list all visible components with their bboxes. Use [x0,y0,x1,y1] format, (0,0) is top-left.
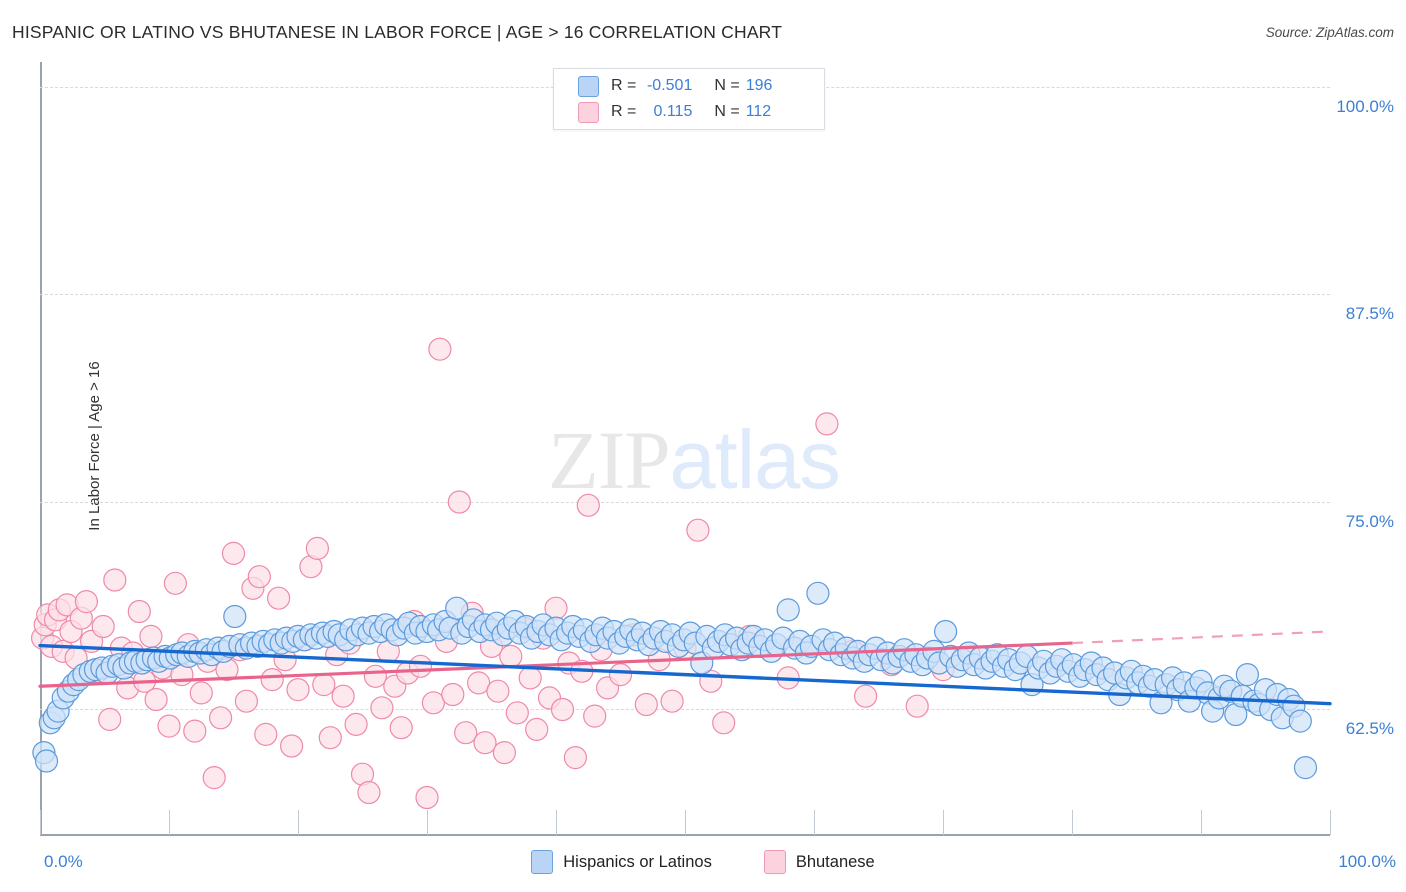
y-axis-label-100.0%: 100.0% [1336,96,1394,116]
legend-n-label-1: N = [714,103,740,120]
scatter-point [202,765,226,790]
scatter-point [776,598,800,622]
stats-legend-row-hispanic: R = -0.501 N = 196 [578,73,824,99]
scatter-point [1288,709,1312,733]
scatter-point [91,614,115,639]
scatter-point [139,624,163,649]
scatter-point [103,568,127,592]
scatter-point [486,679,510,703]
scatter-point [247,565,271,589]
scatter-point [331,684,355,708]
scatter-point [428,337,452,361]
scatter-point [576,493,600,517]
scatter-point [163,571,187,595]
series-swatch-bhutanese [763,850,786,874]
scatter-point [223,604,247,629]
scatter-point [441,682,465,707]
scatter-point [686,518,710,542]
scatter-point [286,677,310,702]
scatter-point [467,671,491,695]
scatter-point [144,687,168,712]
scatter-point [389,716,413,740]
series-swatch-hispanic [531,850,554,874]
scatter-point [518,666,542,690]
legend-r-value-1: 0.115 [653,103,693,120]
scatter-point [806,581,830,605]
legend-swatch-bhutanese [578,101,599,123]
scatter-point [267,586,291,610]
series-legend-item-bhutanese[interactable]: Bhutanese [763,850,875,874]
scatter-point [815,412,839,436]
scatter-point [183,719,207,743]
stats-legend-row-bhutanese: R = 0.115 N = 112 [578,99,824,125]
scatter-point [634,692,658,717]
scatter-point [853,684,878,708]
scatter-point [280,734,304,758]
scatter-point [74,589,99,614]
correlation-chart: HISPANIC OR LATINO VS BHUTANESE IN LABOR… [0,0,1406,892]
y-axis-label-62.5%: 62.5% [1345,719,1394,739]
scatter-point [583,704,607,728]
scatter-point [189,681,213,705]
bhutanese-points [30,337,955,810]
scatter-point [312,672,336,697]
scatter-point [505,701,529,725]
scatter-point [254,722,278,747]
stats-legend: R = -0.501 N = 196 R = 0.115 N = 112 [553,68,825,130]
scatter-point [421,691,445,715]
legend-n-value-1: 112 [745,103,772,120]
scatter-point [344,712,368,737]
scatter-point [660,689,684,713]
scatter-point [415,785,439,810]
scatter-point [905,694,929,718]
scatter-point [454,721,478,745]
scatter-point [370,696,394,720]
scatter-point [1293,755,1318,780]
legend-r-label-0: R = [611,77,637,94]
scatter-point [305,536,329,561]
y-axis-label-87.5%: 87.5% [1345,304,1394,324]
scatter-point [712,711,736,735]
trendline-bhutanese-extension [1071,630,1331,645]
scatter-layer [30,337,1332,810]
scatter-point [525,717,549,742]
series-label-bhutanese: Bhutanese [795,852,875,871]
series-label-hispanic: Hispanics or Latinos [563,852,712,871]
scatter-point [563,745,588,770]
series-legend-item-hispanic[interactable]: Hispanics or Latinos [531,850,712,874]
scatter-point [363,664,387,688]
scatter-point [357,780,381,805]
scatter-point [127,599,151,624]
scatter-point [157,714,181,738]
legend-swatch-hispanic [578,75,599,97]
scatter-point [318,726,342,750]
scatter-point [221,541,246,566]
series-legend: Hispanics or Latinos Bhutanese [0,850,1406,874]
scatter-point [234,689,258,713]
legend-r-label-1: R = [611,103,637,120]
scatter-point [260,667,284,692]
scatter-point [492,740,516,765]
scatter-point [550,697,575,722]
scatter-point [499,644,523,669]
scatter-point [209,706,233,730]
legend-r-value-0: -0.501 [646,77,693,94]
scatter-point [933,619,958,644]
scatter-point [473,731,497,755]
scatter-point [608,662,633,687]
scatter-point [447,490,471,514]
scatter-point [408,654,433,678]
scatter-point [34,749,59,773]
scatter-point [98,707,122,732]
legend-n-value-0: 196 [745,77,773,94]
legend-n-label-0: N = [714,77,740,94]
y-axis-label-75.0%: 75.0% [1345,511,1394,531]
scatter-point [1235,662,1260,687]
